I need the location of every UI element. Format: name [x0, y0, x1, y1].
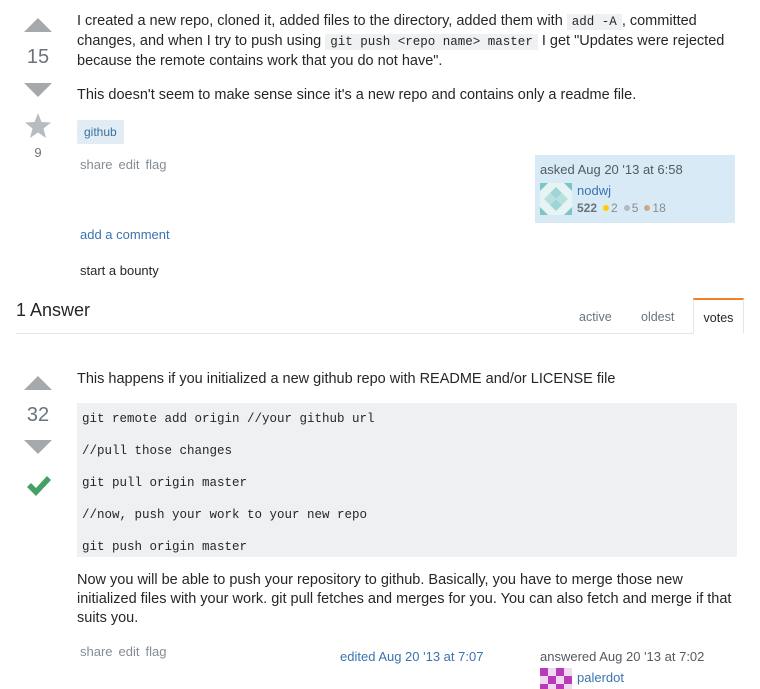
answer-author-link[interactable]: palerdot [577, 670, 624, 685]
answers-header-divider [16, 333, 744, 334]
avatar[interactable] [540, 183, 572, 215]
bronze-badge-count: 18 [652, 201, 666, 215]
code-line: git pull origin master [82, 476, 248, 490]
answer-outro: Now you will be able to push your reposi… [77, 571, 747, 628]
answer-vote-count: 32 [26, 404, 50, 426]
tab-votes[interactable]: votes [693, 298, 744, 334]
inline-code: add -A [566, 14, 622, 30]
gold-badge-count: 2 [611, 201, 618, 215]
answers-count-heading: 1 Answer [16, 300, 91, 320]
question-post-menu: share edit flag [80, 157, 172, 172]
question-downvote-button[interactable] [24, 83, 52, 97]
favorite-star-icon[interactable] [24, 112, 52, 140]
code-block: git remote add origin //your github url … [77, 403, 737, 557]
answer-outro-line: suits you. [77, 610, 139, 626]
reputation-score: 522 [577, 201, 598, 215]
question-paragraph-1-line-2: changes, and when I try to push using gi… [77, 32, 747, 52]
edit-link[interactable]: edit [119, 157, 140, 172]
code-line: //pull those changes [82, 444, 233, 458]
inline-code: git push <repo name> master [325, 34, 538, 50]
question-text: I created a new repo, cloned it, added f… [77, 13, 567, 29]
asked-timestamp: asked Aug 20 '13 at 6:58 [540, 162, 683, 177]
tab-oldest[interactable]: oldest [641, 310, 674, 324]
tab-active[interactable]: active [579, 310, 612, 324]
code-line: //now, push your work to your new repo [82, 508, 368, 522]
question-text: I get "Updates were rejected [537, 33, 725, 49]
answered-timestamp: answered Aug 20 '13 at 7:02 [540, 649, 705, 664]
gold-badge-icon [603, 205, 610, 211]
code-line: git push origin master [82, 540, 248, 554]
answer-outro-line: initialized files with your work. git pu… [77, 591, 732, 607]
silver-badge-count: 5 [631, 201, 639, 215]
owner-reputation: 522 2 5 18 [577, 201, 666, 215]
edit-link[interactable]: edit [119, 644, 140, 659]
start-bounty-link[interactable]: start a bounty [80, 263, 159, 278]
code-line: git remote add origin //your github url [82, 412, 375, 426]
bronze-badge-icon [644, 205, 651, 211]
answer-outro-line: Now you will be able to push your reposi… [77, 572, 683, 588]
flag-link[interactable]: flag [146, 157, 167, 172]
flag-link[interactable]: flag [146, 644, 167, 659]
accepted-checkmark-icon [25, 472, 53, 500]
add-comment-link[interactable]: add a comment [80, 227, 170, 242]
question-text: , committed [621, 13, 697, 29]
avatar[interactable] [540, 668, 572, 689]
question-vote-count: 15 [26, 46, 50, 68]
answer-upvote-button[interactable] [24, 376, 52, 390]
question-owner-card: asked Aug 20 '13 at 6:58 nodwj 522 2 5 18 [535, 155, 735, 223]
tag-github[interactable]: github [77, 120, 124, 144]
question-body: I created a new repo, cloned it, added f… [77, 12, 747, 105]
answer-downvote-button[interactable] [24, 440, 52, 454]
question-text: changes, and when I try to push using [77, 33, 326, 49]
favorite-count: 9 [34, 145, 42, 160]
silver-badge-icon [623, 205, 630, 211]
question-upvote-button[interactable] [24, 18, 52, 32]
share-link[interactable]: share [80, 644, 113, 659]
question-paragraph-1-line-1: I created a new repo, cloned it, added f… [77, 12, 747, 32]
question-paragraph-2: This doesn't seem to make sense since it… [77, 87, 637, 103]
question-paragraph-1-line-3: because the remote contains work that yo… [77, 53, 443, 69]
answer-intro: This happens if you initialized a new gi… [77, 371, 616, 387]
share-link[interactable]: share [80, 157, 113, 172]
edited-timestamp-link[interactable]: edited Aug 20 '13 at 7:07 [340, 649, 483, 664]
owner-name-link[interactable]: nodwj [577, 183, 611, 198]
answer-post-menu: share edit flag [80, 644, 172, 659]
